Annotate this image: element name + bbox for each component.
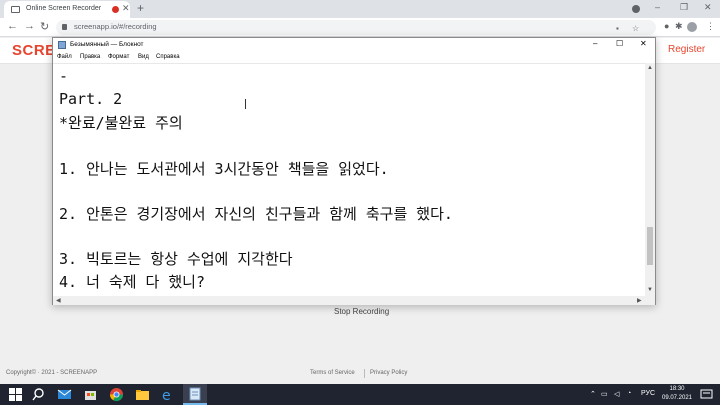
notepad-minimize-button[interactable]: – <box>593 39 597 48</box>
browser-toolbar: ← → ↻ screenapp.io/#/recording ▪ ☆ ● ✱ ⋮ <box>0 18 720 37</box>
text-line: 1. 안나는 도서관에서 3시간동안 책들을 읽었다. <box>59 160 389 178</box>
menu-file[interactable]: Файл <box>57 54 72 60</box>
scroll-right-icon[interactable]: ▶ <box>637 297 642 304</box>
site-logo[interactable]: SCRE <box>12 42 56 59</box>
notepad-menubar: Файл Правка Формат Вид Справка <box>53 52 655 63</box>
svg-text:e: e <box>162 388 171 402</box>
record-extension-icon[interactable] <box>632 5 640 13</box>
taskbar: e ⌃ ▭ ◁ ◔ РУС 18:30 09.07.2021 <box>0 384 720 405</box>
text-line: *완료/불완료 주의 <box>59 114 183 132</box>
vertical-scrollbar[interactable]: ▲ ▼ <box>645 63 655 296</box>
taskbar-time[interactable]: 18:30 <box>660 386 694 392</box>
chrome-icon[interactable] <box>109 387 124 402</box>
network-icon[interactable]: ▭ <box>601 390 608 398</box>
footer-divider <box>364 369 365 378</box>
scroll-left-icon[interactable]: ◀ <box>56 297 61 304</box>
input-language[interactable]: РУС <box>641 390 655 397</box>
browser-maximize-button[interactable]: ❐ <box>680 2 688 13</box>
menu-kebab-icon[interactable]: ⋮ <box>706 21 715 32</box>
privacy-link[interactable]: Privacy Policy <box>370 370 407 376</box>
bookmark-star-icon[interactable]: ☆ <box>632 24 639 33</box>
notification-icon[interactable] <box>699 387 714 402</box>
taskbar-date[interactable]: 09.07.2021 <box>660 395 694 401</box>
browser-close-button[interactable]: ✕ <box>704 2 712 13</box>
file-explorer-icon[interactable] <box>135 387 150 402</box>
address-bar[interactable]: screenapp.io/#/recording ▪ ☆ <box>56 20 656 35</box>
windows-start-icon[interactable] <box>8 387 23 402</box>
notepad-icon <box>58 41 66 49</box>
scroll-down-icon[interactable]: ▼ <box>647 287 653 293</box>
notepad-window: Безымянный — Блокнот – ☐ ✕ Файл Правка Ф… <box>52 37 656 305</box>
text-line: 3. 빅토르는 항상 수업에 지각한다 <box>59 250 293 268</box>
tab-title: Online Screen Recorder <box>26 5 102 12</box>
profile-avatar[interactable] <box>687 22 697 32</box>
recording-indicator-icon <box>112 6 119 13</box>
lock-icon <box>62 24 67 30</box>
new-tab-button[interactable]: + <box>137 1 144 15</box>
text-line: 2. 안톤은 경기장에서 자신의 친구들과 함께 축구를 했다. <box>59 205 453 223</box>
notepad-title: Безымянный — Блокнот <box>70 41 144 48</box>
footer-copyright: Copyright© · 2021 - SCREENAPP <box>6 370 98 376</box>
menu-edit[interactable]: Правка <box>80 54 100 60</box>
horizontal-scrollbar[interactable]: ◀ ▶ <box>53 296 655 305</box>
mail-icon[interactable] <box>57 387 72 402</box>
text-line: 4. 너 숙제 다 했니? <box>59 273 206 291</box>
volume-icon[interactable]: ◁ <box>614 390 619 398</box>
menu-help[interactable]: Справка <box>156 54 180 60</box>
notepad-text-area[interactable]: - Part. 2 *완료/불완료 주의 1. 안나는 도서관에서 3시간동안 … <box>53 63 645 296</box>
browser-minimize-button[interactable]: – <box>655 2 660 12</box>
taskbar-notepad-active[interactable] <box>183 384 207 405</box>
store-icon[interactable] <box>83 387 98 402</box>
extensions-puzzle-icon[interactable]: ✱ <box>675 21 683 32</box>
notepad-taskbar-icon <box>189 387 201 401</box>
terms-link[interactable]: Terms of Service <box>310 370 355 376</box>
text-line: Part. 2 <box>59 90 123 108</box>
stop-recording-button[interactable]: Stop Recording <box>334 307 389 316</box>
search-icon[interactable] <box>31 387 46 402</box>
extension-record-icon[interactable]: ● <box>664 21 669 31</box>
notepad-maximize-button[interactable]: ☐ <box>616 39 623 48</box>
reload-icon[interactable]: ↻ <box>40 20 49 33</box>
camera-icon[interactable]: ▪ <box>616 24 619 33</box>
chevron-up-icon[interactable]: ⌃ <box>590 390 596 398</box>
text-line: - <box>59 67 69 85</box>
register-link[interactable]: Register <box>668 44 705 55</box>
menu-view[interactable]: Вид <box>138 54 149 60</box>
back-arrow-icon[interactable]: ← <box>7 20 18 32</box>
scroll-up-icon[interactable]: ▲ <box>647 65 653 71</box>
wifi-icon[interactable]: ◔ <box>627 390 631 397</box>
browser-tab[interactable]: Online Screen Recorder ✕ <box>4 1 130 18</box>
edge-icon[interactable]: e <box>160 387 175 402</box>
browser-tab-strip: Online Screen Recorder ✕ + – ❐ ✕ <box>0 0 720 18</box>
menu-format[interactable]: Формат <box>108 54 129 60</box>
notepad-titlebar[interactable]: Безымянный — Блокнот – ☐ ✕ <box>53 38 655 52</box>
url-text: screenapp.io/#/recording <box>74 22 157 31</box>
forward-arrow-icon[interactable]: → <box>24 20 35 32</box>
monitor-icon <box>11 6 20 13</box>
tab-close-button[interactable]: ✕ <box>122 3 130 14</box>
text-cursor <box>245 99 246 109</box>
notepad-close-button[interactable]: ✕ <box>640 39 647 48</box>
scrollbar-thumb[interactable] <box>647 227 653 265</box>
